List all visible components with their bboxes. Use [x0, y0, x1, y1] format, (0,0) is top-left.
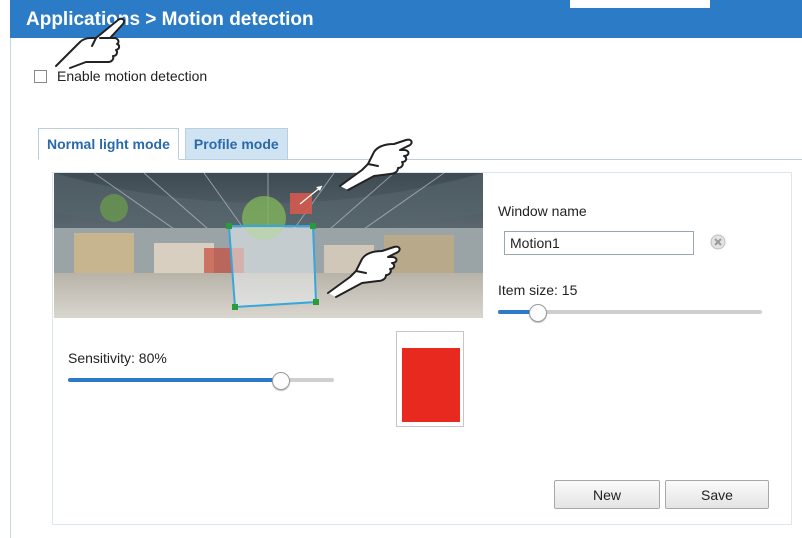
mode-tabs: Normal light mode Profile mode	[38, 128, 288, 160]
window-name-label: Window name	[498, 203, 587, 219]
window-name-input[interactable]	[504, 231, 694, 255]
enable-motion-label: Enable motion detection	[57, 68, 208, 84]
tab-profile-mode[interactable]: Profile mode	[184, 128, 288, 160]
slider-thumb[interactable]	[272, 372, 290, 390]
preview-image	[54, 173, 483, 318]
sensitivity-slider[interactable]	[68, 372, 334, 390]
content-left-border	[10, 38, 11, 538]
enable-motion-checkbox[interactable]	[34, 69, 47, 83]
page-title: Applications > Motion detection	[26, 9, 314, 30]
item-size-label: Item size: 15	[498, 282, 578, 298]
save-button[interactable]: Save	[665, 480, 769, 509]
new-button[interactable]: New	[554, 480, 660, 509]
camera-preview[interactable]	[54, 173, 483, 318]
sensitivity-label: Sensitivity: 80%	[68, 350, 167, 366]
slider-fill	[68, 378, 281, 382]
item-size-slider[interactable]	[498, 304, 762, 322]
motion-indicator-box	[396, 331, 464, 427]
header-notch	[570, 0, 710, 8]
tab-normal-light-mode[interactable]: Normal light mode	[38, 128, 179, 160]
enable-motion-row[interactable]: Enable motion detection	[34, 68, 207, 84]
motion-level-indicator	[402, 348, 460, 422]
delete-icon[interactable]	[710, 234, 726, 250]
slider-thumb[interactable]	[529, 304, 547, 322]
